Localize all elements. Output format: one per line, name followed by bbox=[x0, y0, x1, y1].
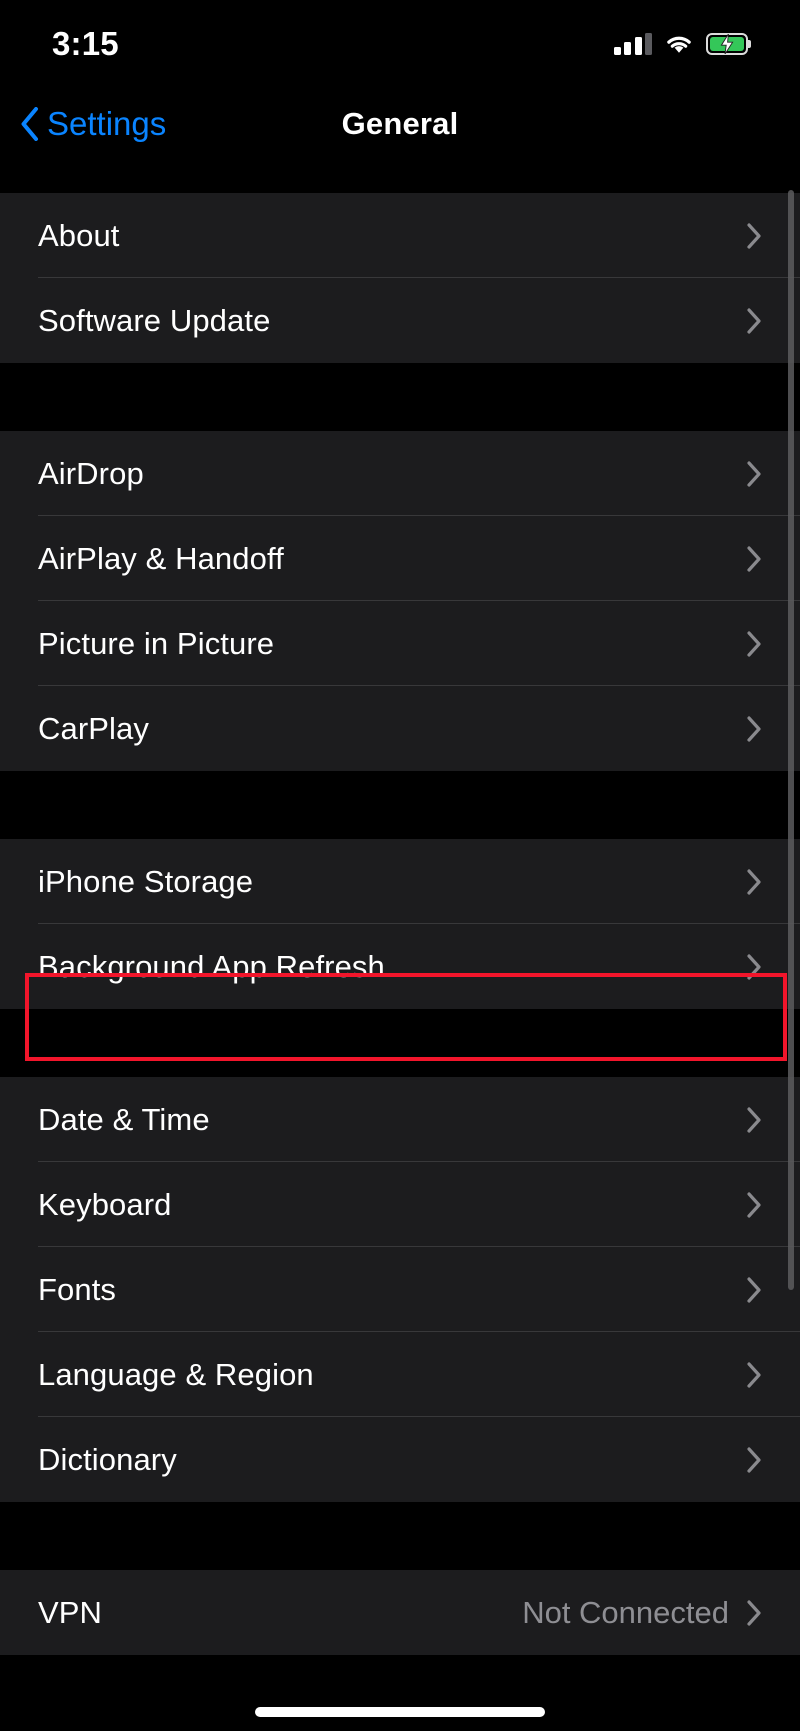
chevron-right-icon bbox=[747, 1106, 761, 1133]
battery-charging-icon bbox=[706, 33, 748, 55]
list-item-label: Language & Region bbox=[38, 1356, 314, 1392]
chevron-right-icon bbox=[747, 1599, 761, 1626]
section-gap bbox=[0, 1009, 800, 1077]
list-item-language-region[interactable]: Language & Region bbox=[0, 1332, 800, 1417]
chevron-right-icon bbox=[747, 1276, 761, 1303]
section-gap bbox=[0, 363, 800, 431]
list-item-about[interactable]: About bbox=[0, 193, 800, 278]
chevron-right-icon bbox=[747, 630, 761, 657]
list-item-carplay[interactable]: CarPlay bbox=[0, 686, 800, 771]
chevron-right-icon bbox=[747, 460, 761, 487]
chevron-right-icon bbox=[747, 1361, 761, 1388]
list-item-label: Software Update bbox=[38, 302, 271, 338]
list-item-label: CarPlay bbox=[38, 710, 149, 746]
chevron-right-icon bbox=[747, 1191, 761, 1218]
vpn-status-value: Not Connected bbox=[522, 1594, 729, 1630]
section-gap bbox=[0, 771, 800, 839]
section-gap bbox=[0, 165, 800, 193]
home-indicator-area bbox=[0, 1695, 800, 1731]
list-item-airdrop[interactable]: AirDrop bbox=[0, 431, 800, 516]
navigation-bar: Settings General bbox=[0, 82, 800, 165]
list-item-picture-in-picture[interactable]: Picture in Picture bbox=[0, 601, 800, 686]
section-localization: Date & Time Keyboard Fonts Language & Re… bbox=[0, 1077, 800, 1502]
list-item-label: Background App Refresh bbox=[38, 948, 385, 984]
page-title: General bbox=[341, 105, 459, 141]
home-indicator[interactable] bbox=[255, 1707, 545, 1717]
section-info: About Software Update bbox=[0, 193, 800, 363]
status-bar-icons bbox=[613, 33, 748, 55]
section-connectivity: AirDrop AirPlay & Handoff Picture in Pic… bbox=[0, 431, 800, 771]
chevron-right-icon bbox=[747, 868, 761, 895]
list-item-label: AirDrop bbox=[38, 455, 144, 491]
list-item-airplay-handoff[interactable]: AirPlay & Handoff bbox=[0, 516, 800, 601]
section-vpn: VPN Not Connected bbox=[0, 1570, 800, 1655]
wifi-icon bbox=[664, 33, 694, 55]
list-item-label: Dictionary bbox=[38, 1441, 177, 1477]
list-item-dictionary[interactable]: Dictionary bbox=[0, 1417, 800, 1502]
list-item-vpn[interactable]: VPN Not Connected bbox=[0, 1570, 800, 1655]
list-item-label: iPhone Storage bbox=[38, 863, 254, 899]
list-item-label: About bbox=[38, 217, 120, 253]
list-item-label: Fonts bbox=[38, 1271, 117, 1307]
chevron-right-icon bbox=[747, 953, 761, 980]
settings-list[interactable]: About Software Update AirDrop AirPlay & … bbox=[0, 165, 800, 1731]
status-bar-time: 3:15 bbox=[52, 25, 119, 62]
section-storage: iPhone Storage Background App Refresh bbox=[0, 839, 800, 1009]
section-gap bbox=[0, 1502, 800, 1570]
chevron-right-icon bbox=[747, 307, 761, 334]
chevron-right-icon bbox=[747, 222, 761, 249]
list-item-background-app-refresh[interactable]: Background App Refresh bbox=[0, 924, 800, 1009]
list-item-software-update[interactable]: Software Update bbox=[0, 278, 800, 363]
chevron-right-icon bbox=[747, 545, 761, 572]
list-item-keyboard[interactable]: Keyboard bbox=[0, 1162, 800, 1247]
chevron-right-icon bbox=[747, 715, 761, 742]
list-item-iphone-storage[interactable]: iPhone Storage bbox=[0, 839, 800, 924]
list-item-label: VPN bbox=[38, 1594, 103, 1630]
status-bar: 3:15 bbox=[0, 0, 800, 82]
list-item-label: AirPlay & Handoff bbox=[38, 540, 284, 576]
list-item-label: Date & Time bbox=[38, 1101, 210, 1137]
chevron-right-icon bbox=[747, 1446, 761, 1473]
list-item-fonts[interactable]: Fonts bbox=[0, 1247, 800, 1332]
iphone-screen: 3:15 Settings General About Software Upd… bbox=[0, 0, 800, 1731]
vertical-scrollbar[interactable] bbox=[788, 190, 794, 1290]
list-item-date-time[interactable]: Date & Time bbox=[0, 1077, 800, 1162]
list-item-label: Keyboard bbox=[38, 1186, 172, 1222]
cellular-signal-icon bbox=[613, 33, 652, 55]
list-item-label: Picture in Picture bbox=[38, 625, 275, 661]
